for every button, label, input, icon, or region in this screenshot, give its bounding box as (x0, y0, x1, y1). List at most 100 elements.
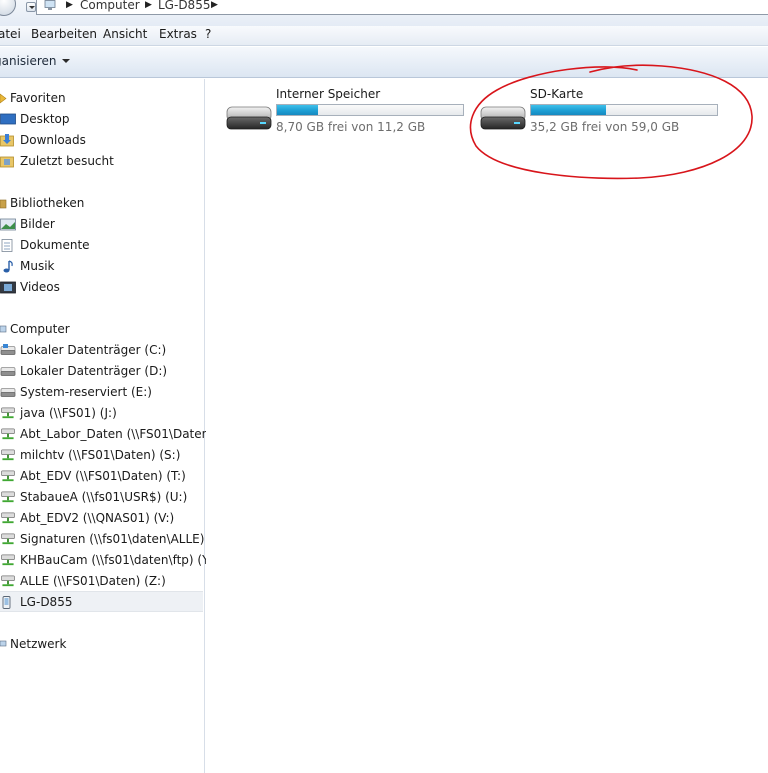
storage-free-text: 35,2 GB frei von 59,0 GB (530, 120, 680, 134)
sidebar-item-label: Dokumente (20, 238, 90, 252)
menu-tools[interactable]: Extras (157, 27, 199, 41)
sidebar-item-drive-e[interactable]: System-reserviert (E:) (0, 382, 203, 403)
network-drive-icon (0, 428, 16, 441)
breadcrumb-computer[interactable]: Computer (80, 0, 140, 12)
breadcrumb-separator-icon[interactable]: ▶ (66, 0, 73, 10)
history-dropdown-button[interactable] (26, 2, 36, 12)
sidebar-item-pictures[interactable]: Bilder (0, 214, 203, 235)
downloads-folder-icon (0, 134, 14, 147)
sidebar-item-videos[interactable]: Videos (0, 277, 203, 298)
menu-view[interactable]: Ansicht (101, 27, 149, 41)
sidebar-item-drive-d[interactable]: Lokaler Datenträger (D:) (0, 361, 203, 382)
sidebar-group-label: Bibliotheken (10, 196, 85, 210)
network-drive-icon (0, 575, 16, 588)
storage-tile-internal[interactable]: Interner Speicher 8,70 GB frei von 11,2 … (212, 87, 464, 137)
breadcrumb-separator-icon[interactable]: ▶ (211, 0, 218, 10)
sidebar-item-drive-w[interactable]: Signaturen (\\fs01\daten\ALLE) (W (0, 529, 225, 550)
sidebar-item-label: Lokaler Datenträger (C:) (20, 343, 167, 357)
hard-drive-icon (226, 106, 272, 130)
network-icon (0, 640, 7, 647)
library-icon (0, 199, 7, 209)
network-drive-icon (0, 512, 16, 525)
sidebar-item-label: LG-D855 (20, 595, 73, 609)
breadcrumb-lg-d855[interactable]: LG-D855 (158, 0, 210, 12)
network-drive-icon (0, 533, 16, 546)
sidebar-item-drive-z[interactable]: ALLE (\\FS01\Daten) (Z:) (0, 571, 203, 592)
sidebar-item-label: StabaueA (\\fs01\USR$) (U:) (20, 490, 188, 504)
storage-tile-sd-card[interactable]: SD-Karte 35,2 GB frei von 59,0 GB (466, 87, 718, 137)
storage-usage-fill (277, 105, 319, 115)
sidebar-group-network[interactable]: Netzwerk (0, 634, 203, 655)
sidebar-item-label: Abt_EDV2 (\\QNAS01) (V:) (20, 511, 175, 525)
storage-free-text: 8,70 GB frei von 11,2 GB (276, 120, 426, 134)
sidebar-item-label: Abt_EDV (\\FS01\Daten) (T:) (20, 469, 186, 483)
sidebar-group-label: Netzwerk (10, 637, 67, 651)
network-drive-icon (0, 407, 16, 420)
network-drive-icon (0, 491, 16, 504)
sidebar-item-label: KHBauCam (\\fs01\daten\ftp) (Y:) (20, 553, 217, 567)
sidebar-item-lg-d855[interactable]: LG-D855 (0, 591, 203, 612)
sidebar-item-drive-k[interactable]: Abt_Labor_Daten (\\FS01\Daten) (K (0, 424, 230, 445)
sidebar-item-label: Videos (20, 280, 60, 294)
sidebar-item-drive-s[interactable]: milchtv (\\FS01\Daten) (S:) (0, 445, 203, 466)
sidebar-item-desktop[interactable]: Desktop (0, 109, 203, 130)
recent-places-icon (0, 156, 14, 168)
sidebar-item-label: milchtv (\\FS01\Daten) (S:) (20, 448, 181, 462)
chevron-down-icon (61, 59, 70, 63)
sidebar-item-label: Lokaler Datenträger (D:) (20, 364, 168, 378)
sidebar-group-label: Favoriten (10, 91, 66, 105)
star-icon (0, 93, 7, 104)
storage-usage-bar (530, 104, 718, 116)
sidebar-item-label: Bilder (20, 217, 55, 231)
sidebar-item-label: Zuletzt besucht (20, 154, 114, 168)
sidebar-item-drive-v[interactable]: Abt_EDV2 (\\QNAS01) (V:) (0, 508, 203, 529)
sidebar-group-favorites[interactable]: Favoriten (0, 88, 203, 109)
videos-library-icon (0, 281, 16, 294)
sidebar-item-label: Desktop (20, 112, 70, 126)
sidebar-item-label: Downloads (20, 133, 86, 147)
phone-device-icon (2, 596, 11, 609)
menu-bar: atei Bearbeiten Ansicht Extras ? (0, 26, 768, 46)
sidebar-item-label: Abt_Labor_Daten (\\FS01\Daten) (K (20, 427, 231, 441)
sidebar-item-recent-places[interactable]: Zuletzt besucht (0, 151, 203, 172)
sidebar-item-label: System-reserviert (E:) (20, 385, 152, 399)
sidebar-group-libraries[interactable]: Bibliotheken (0, 193, 203, 214)
network-drive-icon (0, 449, 16, 462)
pictures-library-icon (0, 218, 16, 231)
menu-file[interactable]: atei (0, 27, 23, 41)
sidebar-item-label: ALLE (\\FS01\Daten) (Z:) (20, 574, 166, 588)
sidebar-item-drive-y[interactable]: KHBauCam (\\fs01\daten\ftp) (Y:) (0, 550, 217, 571)
address-bar: ▶ Computer ▶ LG-D855 ▶ (0, 0, 768, 26)
hard-drive-icon (0, 365, 16, 378)
documents-library-icon (1, 239, 13, 252)
sidebar-item-label: Signaturen (\\fs01\daten\ALLE) (W (20, 532, 225, 546)
hard-drive-icon (0, 386, 16, 399)
sidebar-item-documents[interactable]: Dokumente (0, 235, 203, 256)
music-library-icon (3, 260, 13, 273)
hard-drive-icon (480, 106, 526, 130)
chevron-down-icon (29, 6, 35, 9)
organize-button[interactable]: ganisieren (0, 54, 70, 68)
menu-help[interactable]: ? (203, 27, 213, 41)
network-drive-icon (0, 554, 16, 567)
content-pane: Interner Speicher 8,70 GB frei von 11,2 … (206, 79, 768, 773)
system-drive-icon (0, 344, 16, 357)
sidebar-group-computer[interactable]: Computer (0, 319, 203, 340)
computer-icon (44, 0, 56, 10)
organize-label: ganisieren (0, 54, 57, 68)
storage-name: SD-Karte (530, 87, 584, 101)
computer-icon (0, 325, 7, 333)
back-button[interactable] (0, 0, 16, 16)
sidebar-item-drive-t[interactable]: Abt_EDV (\\FS01\Daten) (T:) (0, 466, 203, 487)
desktop-icon (0, 113, 16, 125)
command-bar: ganisieren (0, 47, 768, 78)
sidebar-item-music[interactable]: Musik (0, 256, 203, 277)
breadcrumb-separator-icon[interactable]: ▶ (145, 0, 152, 10)
sidebar-item-drive-j[interactable]: java (\\FS01) (J:) (0, 403, 203, 424)
storage-usage-bar (276, 104, 464, 116)
menu-edit[interactable]: Bearbeiten (29, 27, 99, 41)
sidebar-item-drive-c[interactable]: Lokaler Datenträger (C:) (0, 340, 203, 361)
sidebar-item-downloads[interactable]: Downloads (0, 130, 203, 151)
network-drive-icon (0, 470, 16, 483)
sidebar-item-drive-u[interactable]: StabaueA (\\fs01\USR$) (U:) (0, 487, 203, 508)
